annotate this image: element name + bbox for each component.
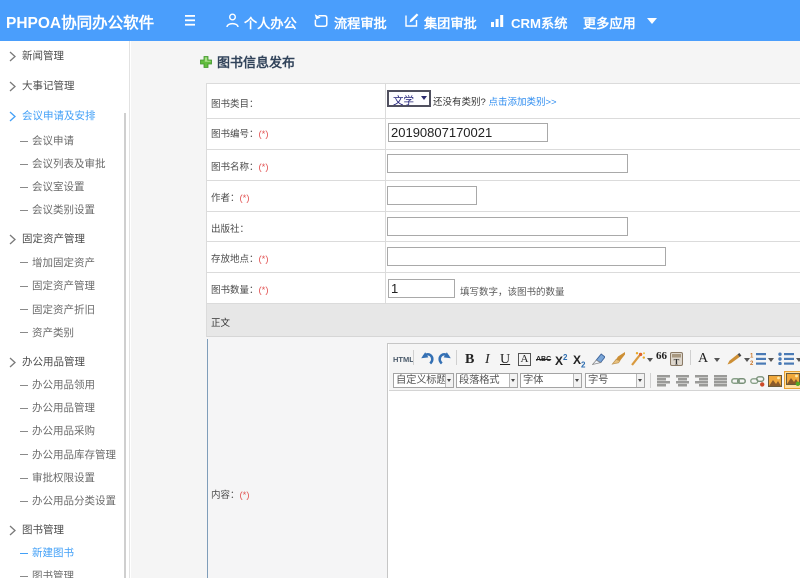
svg-text:1: 1 bbox=[750, 354, 754, 360]
svg-text:T: T bbox=[674, 357, 680, 367]
svg-text:2: 2 bbox=[750, 361, 754, 365]
